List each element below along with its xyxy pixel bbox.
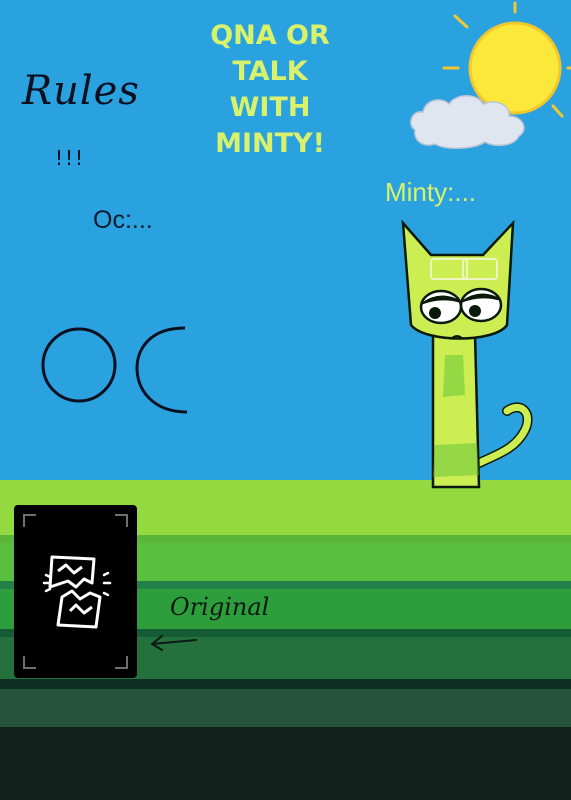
broken-image-icon [42,555,112,629]
ground-band [0,679,571,689]
oc-label: Oc:... [93,206,153,234]
poster-canvas: QNA OR TALK WITH MINTY! Rules !!! Oc:...… [0,0,571,800]
ground-band [0,689,571,727]
minty-character [401,219,533,489]
original-label: Original [170,593,270,621]
arrow-left-icon [151,635,197,651]
rules-heading: Rules [22,68,140,114]
ground-band [0,727,571,800]
cloud-icon [410,95,525,149]
page-title: QNA OR TALK WITH MINTY! [210,20,330,159]
oc-image-placeholder[interactable] [14,505,137,678]
minty-label: Minty:... [385,177,477,207]
oc-drawing [41,326,188,414]
rules-exclaim: !!! [55,146,86,170]
